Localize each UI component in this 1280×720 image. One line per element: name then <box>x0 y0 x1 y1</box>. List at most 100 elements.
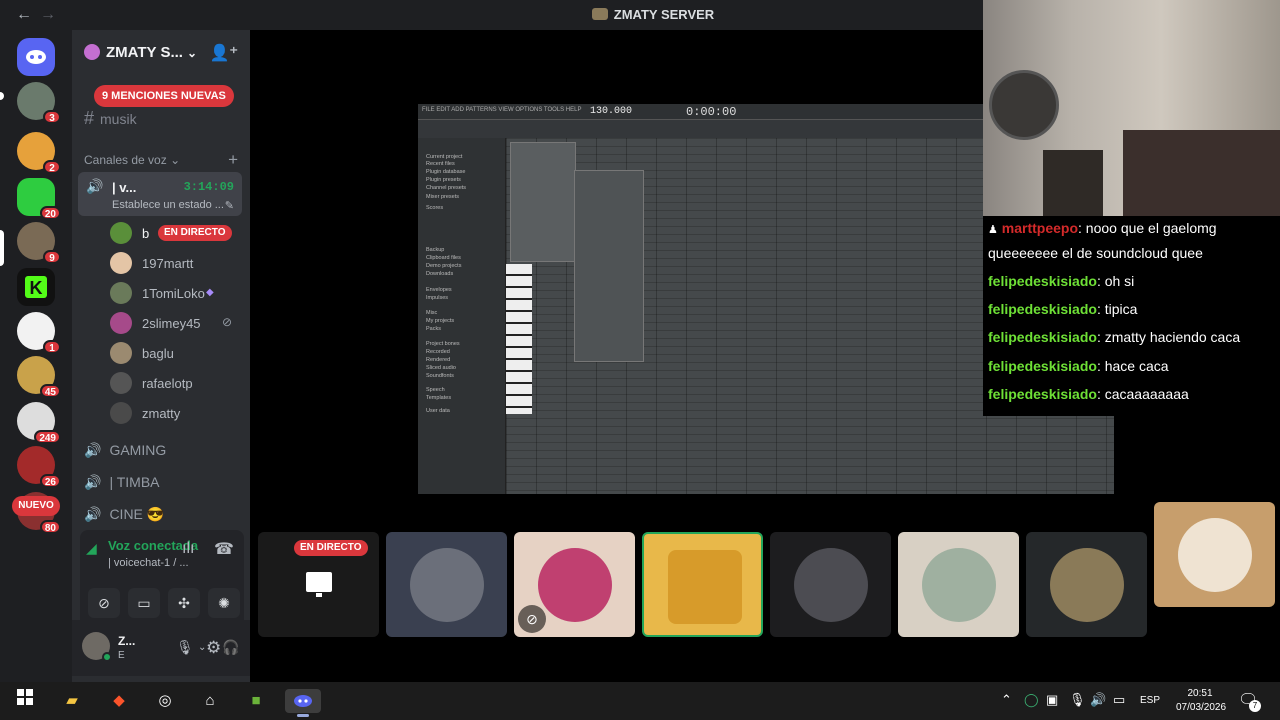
server-avatar[interactable]: 2 <box>17 132 61 174</box>
browser-item: Speech <box>426 387 445 393</box>
invite-people-icon[interactable]: 👤⁺ <box>210 43 238 63</box>
voice-category[interactable]: Canales de voz ⌄ + <box>84 150 244 170</box>
server-avatar[interactable]: 20 <box>17 178 61 220</box>
participant-tile[interactable]: ⊘ <box>514 532 635 637</box>
chat-username: marttpeepo <box>1001 220 1078 236</box>
active-voice-channel[interactable]: 🔊 | v... 3:14:09 Establece un estado ...… <box>78 172 242 216</box>
server-avatar[interactable]: 45 <box>17 356 61 398</box>
server-avatar[interactable]: 3 <box>17 82 61 124</box>
activities-icon[interactable]: ✣ <box>168 588 200 618</box>
muted-mic-icon: ⊘ <box>222 315 233 329</box>
voice-user[interactable]: 1TomiLoko ◆ <box>110 281 240 305</box>
disconnect-icon[interactable]: ☎ <box>214 539 234 559</box>
voice-channel-cine[interactable]: 🔊 CINE 😎 <box>84 506 164 523</box>
file-explorer-icon[interactable]: ▰ <box>59 689 85 713</box>
webcam-desk <box>1043 150 1103 216</box>
headphones-icon[interactable]: 🎧 <box>222 639 239 656</box>
k-logo-icon: K <box>25 276 47 298</box>
browser-item: Impulses <box>426 295 449 301</box>
window-title-text: ZMATY SERVER <box>613 7 715 22</box>
chevron-down-icon[interactable]: ⌄ <box>181 641 189 652</box>
new-mentions-badge[interactable]: 9 MENCIONES NUEVAS <box>94 85 234 107</box>
tray-chevron-up-icon[interactable]: ⌃ <box>1001 692 1012 708</box>
browser-item: Rendered <box>426 357 451 363</box>
notification-center-icon[interactable]: 🗨 7 <box>1238 690 1261 712</box>
avatar <box>110 342 132 364</box>
chat-message: felipedeskisiado: zmatty haciendo caca <box>988 329 1240 345</box>
fl-piano-keys <box>506 264 532 414</box>
voice-user[interactable]: baglu <box>110 341 240 365</box>
noise-suppression-icon[interactable]: ılı <box>182 540 194 558</box>
chevron-down-icon: ⌄ <box>186 46 198 60</box>
nitro-gem-icon: ◆ <box>206 287 214 298</box>
discord-home-icon[interactable] <box>17 38 55 76</box>
title-bar: ← → ZMATY SERVER <box>0 0 983 30</box>
discord-taskbar-icon[interactable] <box>285 689 321 717</box>
chat-overlay: ♟ marttpeepo: nooo que el gaelomg queeee… <box>983 216 1280 416</box>
username: zmatty <box>142 406 181 421</box>
text-channel-musik[interactable]: # musik <box>84 108 137 129</box>
participant-tile-speaking[interactable] <box>642 532 763 637</box>
obs-icon[interactable]: ◎ <box>152 689 178 713</box>
server-header[interactable]: ZMATY S... ⌄ 👤⁺ <box>72 30 250 76</box>
voice-channel-gaming[interactable]: 🔊 GAMING <box>84 442 166 459</box>
language-indicator[interactable]: ESP <box>1140 695 1160 706</box>
browser-item: Plugin presets <box>426 177 461 183</box>
tray-network-icon[interactable]: ▭ <box>1113 692 1125 708</box>
avatar <box>110 372 132 394</box>
minecraft-icon[interactable]: ■ <box>243 689 269 713</box>
settings-gear-icon[interactable]: ⚙ <box>206 638 221 658</box>
avatar <box>410 548 484 622</box>
voice-user[interactable]: b EN DIRECTO <box>110 221 240 245</box>
browser-item: Project bones <box>426 341 460 347</box>
clock[interactable]: 20:51 07/03/2026 <box>1176 687 1226 715</box>
kick-server-avatar[interactable]: K <box>17 268 55 306</box>
tray-app-icon[interactable]: ▣ <box>1046 692 1058 708</box>
new-unreads-badge[interactable]: NUEVO <box>12 496 60 516</box>
tray-microphone-icon[interactable]: 🎙 <box>1069 692 1086 708</box>
set-status-input[interactable]: Establece un estado ... <box>112 199 224 211</box>
participant-tile[interactable] <box>386 532 507 637</box>
server-avatar[interactable]: 1 <box>17 312 61 354</box>
channel-name: | TIMBA <box>109 474 160 490</box>
stream-tile-live[interactable]: EN DIRECTO <box>258 532 379 637</box>
windows-start-icon[interactable] <box>12 689 38 713</box>
pencil-icon[interactable]: ✎ <box>225 199 234 212</box>
server-avatar[interactable]: 9 <box>17 222 61 264</box>
tray-volume-icon[interactable]: 🔊 <box>1090 692 1106 708</box>
chat-username: felipedeskisiado <box>988 386 1097 402</box>
signal-icon[interactable]: ◢ <box>86 540 97 557</box>
username: rafaelotp <box>142 376 193 391</box>
voice-channel-path[interactable]: | voicechat-1 / ... <box>108 557 189 569</box>
voice-user[interactable]: 2slimey45 ⊘ <box>110 311 240 335</box>
participant-tile[interactable] <box>770 532 891 637</box>
voice-channel-timba[interactable]: 🔊 | TIMBA <box>84 474 160 491</box>
chat-message: felipedeskisiado: cacaaaaaaaa <box>988 386 1189 402</box>
username: baglu <box>142 346 174 361</box>
voice-user[interactable]: zmatty <box>110 401 240 425</box>
tray-app-icon[interactable]: ◯ <box>1024 692 1039 708</box>
browser-item: Scores <box>426 205 444 211</box>
voice-user[interactable]: 197martt <box>110 251 240 275</box>
chat-username: felipedeskisiado <box>988 358 1097 374</box>
channel-name: CINE <box>109 506 143 522</box>
screen-share-icon[interactable]: ▭ <box>128 588 160 618</box>
username[interactable]: Z... <box>118 634 135 648</box>
server-avatar[interactable]: 249 <box>17 402 61 444</box>
chat-text: : hace caca <box>1096 358 1169 374</box>
add-channel-icon[interactable]: + <box>228 150 238 170</box>
soundboard-icon[interactable]: ✺ <box>208 588 240 618</box>
participant-tile[interactable] <box>898 532 1019 637</box>
online-status-icon <box>102 652 112 662</box>
voice-user[interactable]: rafaelotp <box>110 371 240 395</box>
participant-tile[interactable] <box>1026 532 1147 637</box>
camera-off-icon[interactable]: ⊘ <box>88 588 120 618</box>
username: 1TomiLoko <box>142 286 205 301</box>
webcam-overlay <box>983 0 1280 216</box>
app-icon[interactable]: ⌂ <box>197 689 223 713</box>
mention-badge: 2 <box>43 160 61 174</box>
participant-tile[interactable] <box>1154 502 1275 607</box>
brave-browser-icon[interactable]: ◆ <box>106 689 132 713</box>
server-avatar[interactable]: 26 <box>17 446 61 488</box>
sunglasses-emoji-icon: 😎 <box>146 506 165 522</box>
